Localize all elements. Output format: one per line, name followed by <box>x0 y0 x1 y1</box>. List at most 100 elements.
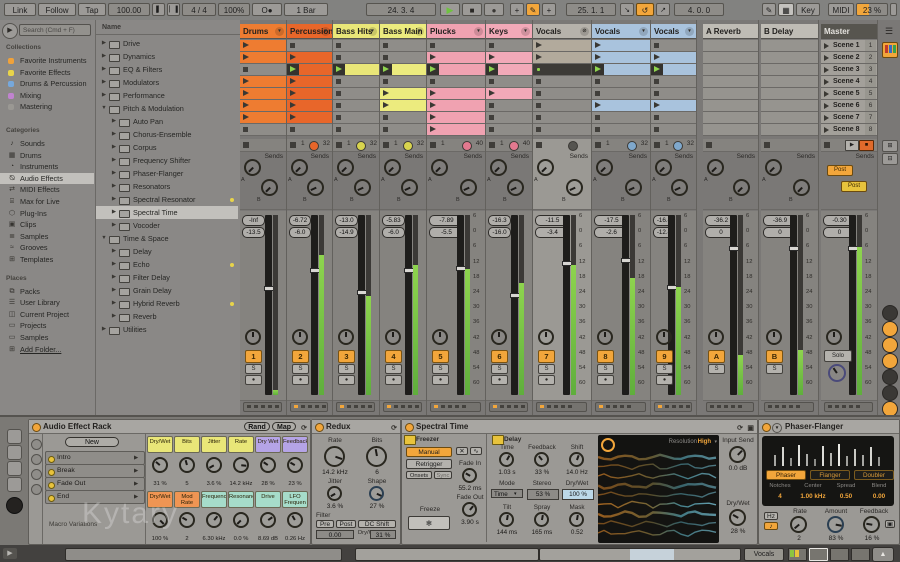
device-chain-minimap[interactable] <box>788 548 870 561</box>
clip-slot[interactable] <box>380 112 426 124</box>
clip-slot[interactable] <box>651 124 696 136</box>
clip-stop-all-icon[interactable] <box>595 142 601 148</box>
clip-slot[interactable] <box>380 100 426 112</box>
no-input-icon[interactable]: ⊘ <box>580 27 589 36</box>
empty-return-slot[interactable] <box>761 40 818 52</box>
tree-item-phaser-flanger[interactable]: ▶ Phaser-Flanger <box>96 167 238 180</box>
empty-return-slot[interactable] <box>761 100 818 112</box>
track-activator-button[interactable]: 9 <box>656 350 673 363</box>
clip-slot[interactable] <box>287 76 332 88</box>
search-input[interactable]: Search (Cmd + F) <box>19 24 91 36</box>
send-b-knob[interactable] <box>625 179 642 196</box>
solo-button[interactable]: S <box>432 364 449 374</box>
clip-slot[interactable] <box>486 40 532 52</box>
scene-slot[interactable]: Scene 3 3 <box>821 64 877 76</box>
macro-knob[interactable] <box>179 512 195 528</box>
macro-knob[interactable] <box>233 512 249 528</box>
clip-slot[interactable] <box>427 52 485 64</box>
clip-slot[interactable] <box>333 40 379 52</box>
collapsed-arrow-icon[interactable]: ▶ <box>100 50 108 63</box>
send-a-knob[interactable] <box>537 159 554 176</box>
macro-label[interactable]: Frequency <box>201 491 227 508</box>
loop-length-field[interactable]: 4. 0. 0 <box>674 3 724 16</box>
clip-slot[interactable] <box>533 64 591 76</box>
chain-play-icon[interactable]: ▶ <box>134 478 142 490</box>
sidebar-item-samples[interactable]: ▭ Samples <box>0 332 94 343</box>
midi-map-button[interactable]: MIDI <box>828 3 854 16</box>
mode-tab-flanger[interactable]: Flanger <box>810 470 850 480</box>
solo-button[interactable]: S <box>292 364 309 374</box>
empty-return-slot[interactable] <box>703 52 758 64</box>
scene-list-icon[interactable]: ☰ <box>882 25 896 37</box>
scene-slot[interactable]: Scene 1 1 <box>821 40 877 52</box>
volume-fader[interactable] <box>848 215 859 395</box>
rack-chain-end[interactable]: End ▶ <box>45 490 145 504</box>
sidebar-item-mastering[interactable]: Mastering <box>0 101 94 112</box>
groove-amount-field[interactable]: 100% <box>218 3 250 16</box>
clip-slot[interactable] <box>333 100 379 112</box>
sidebar-item-audio-effects[interactable]: ⦰ Audio Effects <box>0 172 94 184</box>
sidebar-item-grooves[interactable]: ≈ Grooves <box>0 242 94 253</box>
macro-knob[interactable] <box>260 457 276 473</box>
track-header[interactable]: Bass Hits ▾ <box>333 24 379 39</box>
clip-slot[interactable] <box>333 124 379 136</box>
onsets-button[interactable]: Onsets <box>406 471 432 479</box>
empty-return-slot[interactable] <box>761 64 818 76</box>
fold-track-icon[interactable]: ▾ <box>474 27 483 36</box>
overdub-button[interactable]: + <box>510 3 524 16</box>
preview-button[interactable]: ▶ <box>2 23 18 39</box>
send-a-knob[interactable] <box>431 159 448 176</box>
collapsed-arrow-icon[interactable]: ▶ <box>110 115 118 128</box>
clip-slot[interactable] <box>592 88 650 100</box>
chain-play-icon[interactable]: ▶ <box>134 491 142 503</box>
tree-item-hybrid-reverb[interactable]: ▶ Hybrid Reverb <box>96 297 238 310</box>
clip-slot[interactable] <box>240 124 286 136</box>
sidebar-item-current-project[interactable]: ◫ Current Project <box>0 309 94 320</box>
tree-item-corpus[interactable]: ▶ Corpus <box>96 141 238 154</box>
send-a-knob[interactable] <box>596 159 613 176</box>
freezer-toggle[interactable] <box>404 435 416 445</box>
empty-return-slot[interactable] <box>703 76 758 88</box>
macro-variation-launch-button[interactable] <box>6 497 23 514</box>
pan-knob[interactable] <box>491 329 507 345</box>
resolution-value[interactable]: High <box>698 439 711 445</box>
macro-knob[interactable] <box>287 512 303 528</box>
track-activator-button[interactable]: 1 <box>245 350 262 363</box>
macro-label[interactable]: Feedback <box>282 436 308 453</box>
feedback-knob[interactable] <box>863 516 880 533</box>
tree-item-auto-pan[interactable]: ▶ Auto Pan <box>96 115 238 128</box>
spectral-title-bar[interactable]: Spectral Time ⟳ ▣ <box>402 420 757 434</box>
input-send-knob[interactable] <box>729 446 746 463</box>
clip-slot[interactable] <box>427 124 485 136</box>
quantization-menu[interactable]: 1 Bar <box>284 3 328 16</box>
rate-hz-button[interactable]: Hz <box>764 512 778 520</box>
tree-item-modulators[interactable]: ▶ Modulators <box>96 76 238 89</box>
overview-strip-left[interactable] <box>355 548 539 561</box>
hot-swap-icon[interactable]: ⟳ <box>391 422 397 435</box>
collapsed-arrow-icon[interactable]: ▶ <box>110 258 118 271</box>
arm-button[interactable]: ● <box>656 375 673 385</box>
clip-slot[interactable] <box>287 124 332 136</box>
tempo-field[interactable]: 100.00 <box>108 3 150 16</box>
pan-knob[interactable] <box>432 329 448 345</box>
notches-value[interactable]: 4 <box>764 493 796 500</box>
pan-knob[interactable] <box>708 329 724 345</box>
sidebar-item-samples[interactable]: ≣ Samples <box>0 231 94 242</box>
solo-button[interactable]: S <box>597 364 614 374</box>
blend-value[interactable]: 0.00 <box>863 493 894 500</box>
collapsed-arrow-icon[interactable]: ▶ <box>110 128 118 141</box>
tree-item-echo[interactable]: ▶ Echo <box>96 258 238 271</box>
volume-fader[interactable] <box>789 215 800 395</box>
scene-slot[interactable]: Scene 5 5 <box>821 88 877 100</box>
track-activator-button[interactable]: 2 <box>292 350 309 363</box>
volume-fader[interactable] <box>562 215 573 395</box>
sidebar-item-plug-ins[interactable]: ⬡ Plug-Ins <box>0 208 94 219</box>
mixer-section-toggle[interactable] <box>882 305 898 321</box>
tree-item-resonators[interactable]: ▶ Resonators <box>96 180 238 193</box>
track-header[interactable]: Vocals ▾ <box>651 24 696 39</box>
clip-slot[interactable] <box>592 100 650 112</box>
automation-arm-button[interactable]: ✎ <box>526 3 540 16</box>
phaser-title-bar[interactable]: ▾ Phaser-Flanger <box>759 420 899 434</box>
track-header[interactable]: Percussion ▾ <box>287 24 332 39</box>
send-a-knob[interactable] <box>655 159 672 176</box>
